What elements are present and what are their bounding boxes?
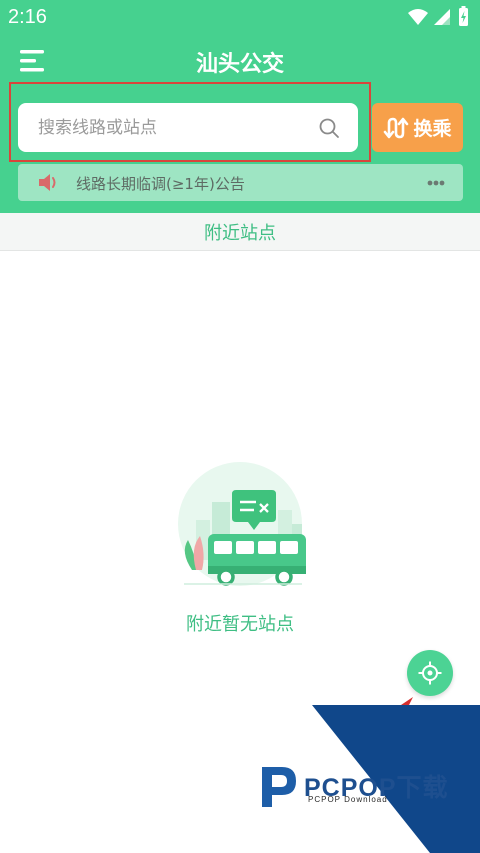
nearby-section-header: 附近站点 — [0, 213, 480, 251]
pcpop-logo-icon — [262, 767, 296, 807]
app-header: 2:16 汕头公交 换乘 — [0, 0, 480, 213]
status-time: 2:16 — [8, 6, 47, 28]
more-icon[interactable] — [427, 180, 445, 186]
empty-bus-illustration — [178, 462, 306, 586]
status-bar: 2:16 — [0, 0, 480, 34]
crosshair-icon — [418, 661, 442, 685]
empty-state-text: 附近暂无站点 — [186, 614, 294, 635]
watermark: PCPOP下载 PCPOP Download — [250, 705, 480, 853]
locate-button[interactable] — [407, 650, 453, 696]
notice-text: 线路长期临调(≥1年)公告 — [76, 175, 245, 193]
page-title: 汕头公交 — [195, 52, 284, 77]
search-input[interactable] — [38, 115, 308, 141]
search-icon[interactable] — [318, 117, 340, 139]
nearby-title: 附近站点 — [204, 222, 276, 244]
speaker-icon — [39, 174, 56, 191]
transfer-label: 换乘 — [413, 118, 452, 140]
status-icons — [408, 6, 468, 26]
watermark-subtitle: PCPOP Download — [308, 795, 388, 804]
search-box[interactable] — [18, 103, 358, 152]
transfer-arrows-icon — [384, 117, 409, 138]
notice-bar[interactable]: 线路长期临调(≥1年)公告 — [18, 164, 463, 201]
transfer-button[interactable]: 换乘 — [372, 103, 463, 152]
wifi-icon — [408, 9, 428, 25]
